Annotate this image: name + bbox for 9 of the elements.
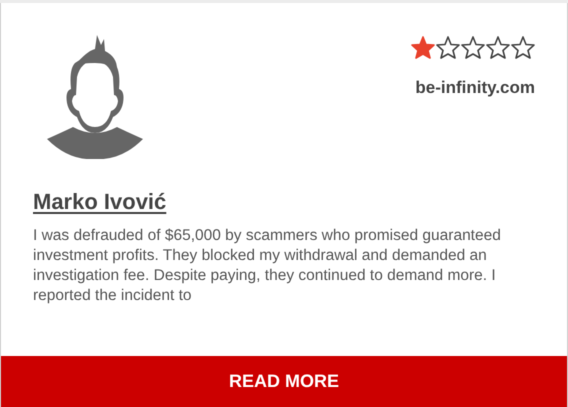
- empty-star-icon: [511, 36, 535, 59]
- empty-star-icon: [486, 36, 510, 59]
- review-text: I was defrauded of $65,000 by scammers who promised guaranteed investment profits. They blocked my withdrawal and demanded an investigation fee. Despite paying, they continued to demand more. I reported the incident to: [33, 226, 502, 306]
- person-avatar-icon: [47, 35, 143, 159]
- site-name: be-infinity.com: [415, 77, 535, 99]
- empty-star-icon: [461, 36, 485, 59]
- filled-star-icon: [411, 36, 435, 59]
- read-more-button[interactable]: READ MORE: [1, 356, 567, 407]
- reviewer-name-link[interactable]: Marko Ivović: [33, 189, 166, 214]
